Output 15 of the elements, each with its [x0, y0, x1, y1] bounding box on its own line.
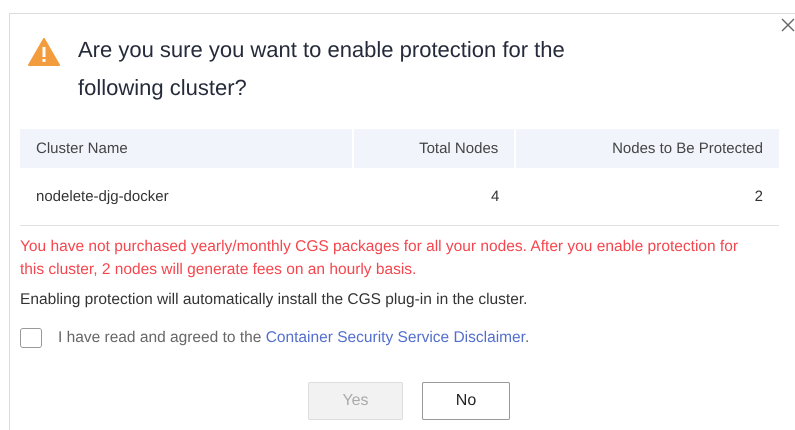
dialog-title: Are you sure you want to enable protection for the following cluster? — [78, 36, 566, 102]
checkbox[interactable] — [20, 328, 42, 348]
table-cell: nodelete-djg-docker — [20, 168, 353, 226]
disclaimer-link[interactable]: Container Security Service Disclaimer — [266, 329, 525, 346]
warning-text: You have not purchased yearly/monthly CGS packages for all your nodes. After you enable protection for this cluster, 2 nodes will generate fees on an hourly basis. — [20, 237, 740, 280]
table-cell: 2 — [515, 168, 779, 226]
cancel-button[interactable]: No — [422, 382, 510, 420]
column-header: Nodes to Be Protected — [515, 129, 779, 168]
close-icon[interactable] — [781, 18, 795, 32]
warning-icon — [28, 38, 60, 66]
column-header: Total Nodes — [353, 129, 516, 168]
agreement-text: I have read and agreed to the Container Security Service Disclaimer. — [58, 329, 530, 347]
info-text: Enabling protection will automatically install the CGS plug-in in the cluster. — [20, 291, 528, 309]
column-header: Cluster Name — [20, 129, 353, 168]
table-cell: 4 — [353, 168, 516, 226]
